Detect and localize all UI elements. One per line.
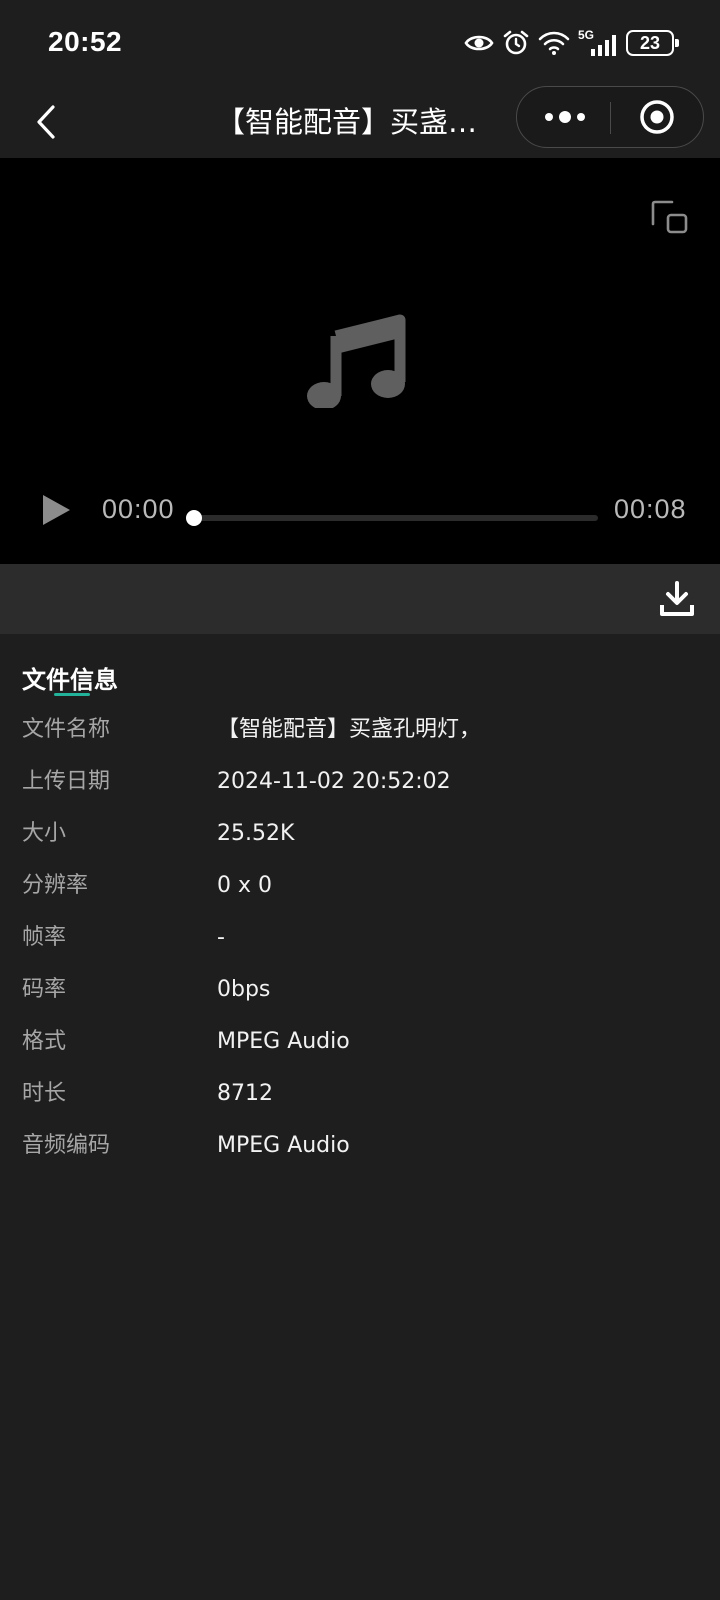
more-dots-icon — [545, 111, 585, 123]
file-info-row: 帧率 - — [0, 918, 720, 958]
file-info-value: - — [217, 925, 225, 950]
total-time: 00:08 — [614, 494, 687, 524]
file-info-value: 8712 — [217, 1081, 273, 1106]
file-toolbar — [0, 564, 720, 634]
file-info-row: 格式 MPEG Audio — [0, 1022, 720, 1062]
file-info-row: 分辨率 0 x 0 — [0, 866, 720, 906]
status-time: 20:52 — [48, 26, 123, 57]
file-info-label: 大小 — [22, 821, 67, 846]
file-info-row: 文件名称 【智能配音】买盏孔明灯， — [0, 710, 720, 750]
close-button[interactable] — [621, 93, 693, 141]
target-circle-icon — [640, 100, 674, 134]
network-indicator: 5G — [578, 28, 618, 58]
section-title-underline — [54, 693, 90, 696]
mini-program-capsule — [516, 86, 704, 148]
file-info-row: 音频编码 MPEG Audio — [0, 1126, 720, 1166]
file-info-row: 码率 0bps — [0, 970, 720, 1010]
wifi-icon — [538, 31, 570, 55]
file-info-row: 上传日期 2024-11-02 20:52:02 — [0, 762, 720, 802]
nav-bar: 【智能配音】买盏… — [0, 86, 720, 158]
file-info-label: 分辨率 — [22, 873, 89, 898]
eye-icon — [464, 35, 494, 51]
file-info-value: MPEG Audio — [217, 1029, 350, 1054]
file-info-row: 时长 8712 — [0, 1074, 720, 1114]
play-icon[interactable] — [38, 492, 74, 528]
file-info-label: 格式 — [22, 1029, 67, 1054]
picture-in-picture-icon[interactable] — [650, 198, 690, 238]
capsule-divider — [610, 102, 611, 134]
file-info-label: 上传日期 — [22, 769, 111, 794]
file-info-value: 0 x 0 — [217, 873, 272, 898]
progress-bar[interactable] — [186, 510, 598, 526]
page-title: 【智能配音】买盏… — [216, 105, 478, 139]
battery-indicator: 23 — [626, 30, 679, 56]
music-note-icon — [307, 314, 406, 408]
file-info-value: 【智能配音】买盏孔明灯， — [217, 717, 482, 742]
audio-player[interactable]: 00:00 00:08 — [0, 158, 720, 564]
file-info-value: 25.52K — [217, 821, 295, 846]
alarm-icon — [503, 30, 529, 55]
file-info-value: MPEG Audio — [217, 1133, 350, 1158]
status-bar: 20:52 5G 23 — [0, 0, 720, 86]
current-time: 00:00 — [102, 494, 175, 524]
file-info-value: 0bps — [217, 977, 271, 1002]
file-info-label: 码率 — [22, 977, 67, 1002]
file-info-value: 2024-11-02 20:52:02 — [217, 769, 451, 794]
download-icon[interactable] — [658, 580, 696, 618]
progress-thumb[interactable] — [186, 510, 202, 526]
file-info-row: 大小 25.52K — [0, 814, 720, 854]
section-title: 文件信息 — [22, 666, 118, 694]
chevron-left-icon — [37, 105, 55, 139]
file-info-label: 音频编码 — [22, 1133, 111, 1158]
file-info-label: 文件名称 — [22, 717, 111, 742]
file-info-label: 帧率 — [22, 925, 67, 950]
status-icons: 5G 23 — [464, 26, 679, 60]
battery-level: 23 — [639, 32, 661, 53]
file-info-label: 时长 — [22, 1081, 67, 1106]
signal-icon — [591, 35, 616, 56]
more-button[interactable] — [529, 93, 601, 141]
back-button[interactable] — [22, 98, 70, 146]
